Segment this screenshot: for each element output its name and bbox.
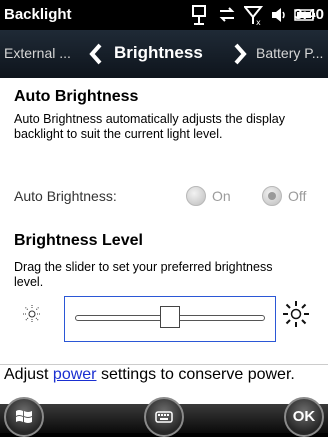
tab-current-brightness[interactable]: Brightness	[114, 43, 203, 63]
no-signal-icon[interactable]: x	[244, 4, 264, 26]
chevron-left-icon[interactable]	[88, 42, 104, 66]
sync-icon[interactable]	[218, 4, 236, 26]
keyboard-button[interactable]	[144, 397, 184, 437]
auto-brightness-description: Auto Brightness automatically adjusts th…	[14, 112, 285, 141]
window-title: Backlight	[4, 6, 72, 23]
tab-prev-external[interactable]: External ...	[4, 45, 80, 61]
clock[interactable]: 3:40	[294, 6, 324, 23]
taskbar: OK	[0, 397, 328, 437]
hint-suffix: settings to conserve power.	[96, 366, 295, 383]
ok-button[interactable]: OK	[284, 397, 324, 437]
chevron-right-icon[interactable]	[232, 42, 248, 66]
keyboard-icon	[155, 411, 173, 423]
radio-off-label: Off	[288, 188, 307, 204]
radio-off-indicator[interactable]	[262, 186, 282, 206]
radio-on-indicator[interactable]	[186, 186, 206, 206]
brightness-slider[interactable]	[64, 296, 276, 342]
settings-panel: Auto Brightness Auto Brightness automati…	[0, 78, 328, 364]
slider-thumb[interactable]	[160, 306, 180, 328]
auto-brightness-heading: Auto Brightness	[14, 88, 139, 105]
connection-icon[interactable]	[190, 4, 208, 26]
start-button[interactable]	[4, 397, 44, 437]
tab-navigation-bar: External ... Brightness Battery P...	[0, 30, 328, 78]
svg-text:x: x	[256, 18, 261, 26]
volume-icon[interactable]	[270, 4, 288, 26]
ok-label: OK	[292, 408, 316, 425]
auto-brightness-label: Auto Brightness:	[14, 188, 117, 204]
sun-dim-icon	[23, 305, 41, 323]
brightness-level-description: Drag the slider to set your preferred br…	[14, 260, 273, 289]
sun-bright-icon	[283, 301, 309, 327]
tab-next-battery[interactable]: Battery P...	[256, 45, 328, 61]
radio-on-label: On	[212, 188, 231, 204]
hint-prefix: Adjust	[4, 366, 53, 383]
brightness-level-heading: Brightness Level	[14, 232, 143, 249]
status-bar: Backlight x 3:40	[0, 0, 328, 30]
windows-logo-icon	[16, 410, 32, 423]
power-settings-link[interactable]: power	[53, 366, 97, 383]
brightness-slider-row	[0, 296, 328, 346]
